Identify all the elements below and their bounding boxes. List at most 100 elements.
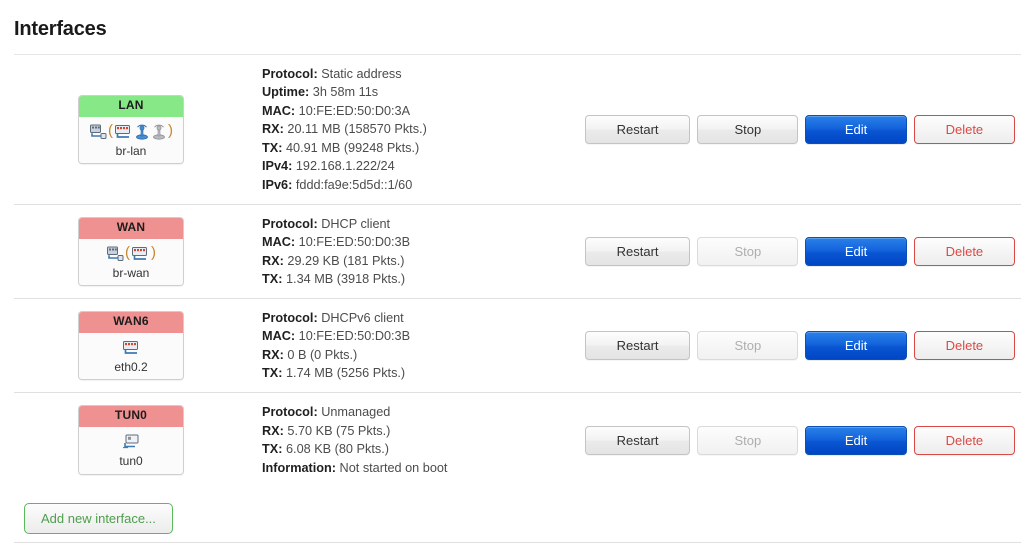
detail-label: TX: xyxy=(262,442,283,456)
detail-value: 10:FE:ED:50:D0:3A xyxy=(298,103,411,118)
detail-value: 3h 58m 11s xyxy=(312,85,379,100)
detail-label: TX: xyxy=(262,272,283,286)
interface-badge-cell: LAN () br-lan xyxy=(14,94,248,165)
switch-icon xyxy=(131,246,150,262)
restart-button[interactable]: Restart xyxy=(585,331,691,360)
restart-button[interactable]: Restart xyxy=(585,115,691,144)
delete-button[interactable]: Delete xyxy=(913,237,1015,266)
detail-label: RX: xyxy=(262,423,284,438)
interface-detail-line: TX: 1.74 MB (5256 Pkts.) xyxy=(262,364,585,383)
detail-value: 192.168.1.222/24 xyxy=(295,159,395,174)
close-paren-glyph: ) xyxy=(168,122,173,140)
page-title: Interfaces xyxy=(14,18,107,40)
detail-label: Protocol: xyxy=(262,310,318,325)
detail-label: Uptime: xyxy=(262,85,310,100)
interface-detail-line: MAC: 10:FE:ED:50:D0:3B xyxy=(262,233,585,252)
interface-detail-line: Information: Not started on boot xyxy=(262,459,585,478)
detail-label: MAC: xyxy=(262,235,296,249)
stop-button[interactable]: Stop xyxy=(697,115,799,144)
interface-device-icons xyxy=(79,432,183,452)
interface-badge-lan[interactable]: LAN () br-lan xyxy=(78,94,184,165)
detail-label: Protocol: xyxy=(262,66,318,81)
interface-name-label: LAN xyxy=(79,95,183,117)
detail-label: TX: xyxy=(262,366,283,380)
interface-badge-body: tun0 xyxy=(79,427,183,474)
interface-badge-cell: TUN0 tun0 xyxy=(14,405,248,475)
detail-value: 40.91 MB (99248 Pkts.) xyxy=(285,140,420,155)
detail-label: RX: xyxy=(262,347,284,362)
ethernet-adapter-icon xyxy=(106,246,124,262)
interface-detail-line: Protocol: DHCP client xyxy=(262,215,585,234)
wifi-active-icon xyxy=(134,124,150,140)
interface-badge-body: () br-wan xyxy=(79,238,183,286)
interface-badge-body: () br-lan xyxy=(79,116,183,164)
interface-badge-wan[interactable]: WAN() br-wan xyxy=(78,216,184,287)
interface-device-icons xyxy=(79,338,183,358)
detail-value: 10:FE:ED:50:D0:3B xyxy=(298,235,411,249)
bottom-divider xyxy=(14,542,1021,543)
switch-icon xyxy=(114,124,133,140)
detail-label: Information: xyxy=(262,460,337,475)
interface-detail-line: MAC: 10:FE:ED:50:D0:3A xyxy=(262,102,585,121)
interface-row: WAN6 eth0.2 Protocol: DHCPv6 client MAC: 10… xyxy=(14,299,1021,393)
interface-name-label: TUN0 xyxy=(79,406,183,428)
switch-icon xyxy=(122,340,141,356)
interface-name-label: WAN xyxy=(79,217,183,239)
edit-button[interactable]: Edit xyxy=(805,331,907,360)
edit-button[interactable]: Edit xyxy=(805,115,907,144)
edit-button[interactable]: Edit xyxy=(805,237,907,266)
restart-button[interactable]: Restart xyxy=(585,425,691,455)
delete-button[interactable]: Delete xyxy=(913,331,1015,360)
interface-details: Protocol: Static address Uptime: 3h 58m 1… xyxy=(248,65,585,195)
interface-details: Protocol: DHCPv6 client MAC: 10:FE:ED:50:… xyxy=(248,309,585,383)
interface-device-label: br-lan xyxy=(115,143,147,158)
add-interface-row: Add new interface... xyxy=(14,487,1021,534)
interface-badge-cell: WAN() br-wan xyxy=(14,216,248,287)
interface-device-label: tun0 xyxy=(119,454,143,469)
interface-detail-line: IPv6: fddd:fa9e:5d5d::1/60 xyxy=(262,176,585,195)
interface-detail-line: Protocol: Static address xyxy=(262,65,585,84)
restart-button[interactable]: Restart xyxy=(585,237,691,266)
detail-value: 20.11 MB (158570 Pkts.) xyxy=(287,122,427,137)
delete-button[interactable]: Delete xyxy=(913,425,1015,455)
detail-value: 0 B (0 Pkts.) xyxy=(287,347,358,362)
stop-button: Stop xyxy=(697,425,799,455)
interface-row: WAN() br-wan Protocol: DHCP client MAC: 10:… xyxy=(14,205,1021,299)
interface-detail-line: Protocol: Unmanaged xyxy=(262,403,585,422)
stop-button: Stop xyxy=(697,237,799,266)
wifi-inactive-icon xyxy=(151,124,167,140)
interface-badge-wan6[interactable]: WAN6 eth0.2 xyxy=(78,310,184,381)
interface-actions: Restart Stop Edit Delete xyxy=(585,425,1021,455)
detail-value: Not started on boot xyxy=(339,460,448,475)
detail-label: MAC: xyxy=(262,329,296,343)
add-new-interface-button[interactable]: Add new interface... xyxy=(24,503,173,534)
detail-value: fddd:fa9e:5d5d::1/60 xyxy=(295,177,413,192)
interface-detail-line: MAC: 10:FE:ED:50:D0:3B xyxy=(262,327,585,346)
interface-detail-line: RX: 0 B (0 Pkts.) xyxy=(262,346,585,365)
interface-detail-line: Uptime: 3h 58m 11s xyxy=(262,83,585,102)
interface-device-label: eth0.2 xyxy=(114,359,148,374)
interface-detail-line: TX: 1.34 MB (3918 Pkts.) xyxy=(262,270,585,289)
interface-row: LAN () br-lan Protocol: Static address Uptim… xyxy=(14,55,1021,205)
interface-detail-line: RX: 29.29 KB (181 Pkts.) xyxy=(262,252,585,271)
detail-value: DHCP client xyxy=(321,216,391,231)
ethernet-adapter-icon xyxy=(89,124,107,140)
interface-actions: Restart Stop Edit Delete xyxy=(585,237,1021,266)
open-paren-glyph: ( xyxy=(108,122,113,140)
interface-actions: Restart Stop Edit Delete xyxy=(585,331,1021,360)
interface-row: TUN0 tun0 Protocol: Unmanaged RX: 5.70 KB (… xyxy=(14,393,1021,487)
interface-badge-tun0[interactable]: TUN0 tun0 xyxy=(78,405,184,475)
detail-value: 29.29 KB (181 Pkts.) xyxy=(287,253,405,268)
interface-details: Protocol: DHCP client MAC: 10:FE:ED:50:D0… xyxy=(248,215,585,289)
interface-device-label: br-wan xyxy=(112,265,150,280)
edit-button[interactable]: Edit xyxy=(805,425,907,455)
detail-label: Protocol: xyxy=(262,405,318,419)
detail-label: IPv4: xyxy=(262,159,293,174)
interface-detail-line: RX: 5.70 KB (75 Pkts.) xyxy=(262,422,585,441)
detail-label: MAC: xyxy=(262,103,296,118)
detail-value: DHCPv6 client xyxy=(321,310,404,325)
delete-button[interactable]: Delete xyxy=(913,115,1015,144)
tunnel-icon xyxy=(122,434,140,450)
interface-badge-cell: WAN6 eth0.2 xyxy=(14,310,248,381)
interface-detail-line: TX: 6.08 KB (80 Pkts.) xyxy=(262,440,585,459)
